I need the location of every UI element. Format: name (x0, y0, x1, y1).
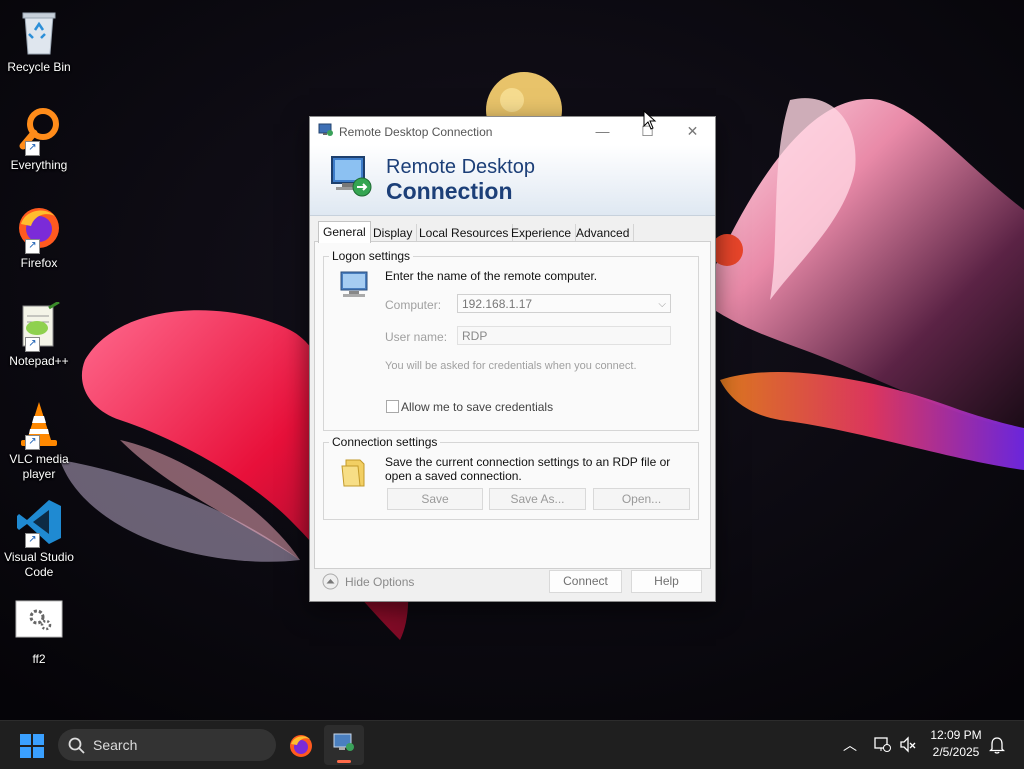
username-value: RDP (462, 329, 488, 343)
notifications-button[interactable] (988, 736, 1006, 754)
chevron-down-icon: ⌵ (658, 299, 666, 310)
username-field[interactable]: RDP (457, 326, 671, 345)
vscode-icon: ↗ (15, 498, 63, 548)
desktop-icon-everything[interactable]: ↗ Everything (2, 106, 76, 173)
taskbar: Search ︿ 12:09 PM 2/5/2025 (0, 720, 1024, 769)
connection-settings-group: Connection settings Save the current con… (323, 435, 699, 520)
desktop-icon-label: Everything (10, 158, 68, 172)
desktop-icon-notepad-plus-plus[interactable]: ↗ Notepad++ (2, 300, 76, 369)
rdp-app-icon (333, 733, 354, 751)
desktop-icon-label: Firefox (20, 256, 58, 270)
taskbar-search-box[interactable]: Search (58, 729, 276, 761)
remote-desktop-window: Remote Desktop Connection — ☐ ✕ Remote D… (309, 116, 716, 602)
logon-instruction: Enter the name of the remote computer. (385, 269, 598, 283)
clock[interactable]: 12:09 PM 2/5/2025 (926, 728, 986, 759)
hide-options-button[interactable] (322, 573, 340, 591)
desktop-icon-label: VLC media player (9, 452, 69, 481)
rdp-app-icon (318, 123, 334, 137)
hide-options-label[interactable]: Hide Options (345, 575, 414, 589)
desktop-icon-label: Notepad++ (9, 354, 69, 368)
general-tab-panel: Logon settings Enter the name of the rem… (314, 241, 711, 569)
clock-date: 2/5/2025 (932, 745, 980, 759)
shortcut-arrow-icon: ↗ (25, 337, 40, 352)
shortcut-arrow-icon: ↗ (25, 435, 40, 450)
computer-label: Computer: (385, 298, 442, 312)
chevron-up-icon: ︿ (843, 737, 857, 753)
taskbar-rdp-button[interactable] (324, 725, 364, 765)
save-credentials-label: Allow me to save credentials (401, 400, 554, 414)
vlc-cone-icon: ↗ (15, 400, 63, 450)
desktop-icon-ff2[interactable]: ff2 (2, 600, 76, 667)
shortcut-arrow-icon: ↗ (25, 533, 40, 548)
firefox-icon: ↗ (15, 204, 63, 254)
window-title: Remote Desktop Connection (339, 125, 493, 139)
desktop-icon-label: Recycle Bin (7, 60, 71, 74)
banner-title-line2: Connection (386, 178, 513, 204)
search-icon (68, 737, 85, 754)
magnifier-icon: ↗ (15, 106, 63, 156)
bell-icon (988, 737, 1006, 754)
notepad-plus-plus-icon: ↗ (15, 300, 63, 352)
logon-settings-title: Logon settings (329, 249, 414, 263)
computer-value: 192.168.1.17 (462, 297, 533, 311)
firefox-icon (290, 735, 312, 757)
remote-computer-icon (328, 153, 376, 201)
close-button[interactable]: ✕ (670, 117, 715, 145)
clock-time: 12:09 PM (930, 728, 982, 742)
volume-button[interactable] (899, 736, 917, 753)
network-status-button[interactable] (873, 736, 891, 753)
folder-icon (340, 456, 370, 487)
desktop-icon-vlc[interactable]: ↗ VLC media player (2, 400, 76, 482)
start-button[interactable] (20, 734, 44, 758)
tab-strip: General Display Local Resources Experien… (314, 221, 711, 243)
close-icon: ✕ (686, 123, 699, 139)
tab-local-resources[interactable]: Local Resources (415, 224, 514, 242)
desktop-icon-vscode[interactable]: ↗ Visual Studio Code (2, 498, 76, 580)
logon-settings-group: Logon settings Enter the name of the rem… (323, 249, 699, 431)
open-button[interactable]: Open... (593, 488, 690, 510)
desktop-icon-label: ff2 (32, 652, 46, 666)
tab-advanced[interactable]: Advanced (572, 224, 635, 242)
network-icon (874, 737, 891, 752)
connection-description: Save the current connection settings to … (385, 455, 671, 483)
connect-button[interactable]: Connect (549, 570, 622, 593)
computer-icon (339, 270, 373, 300)
search-placeholder: Search (93, 737, 138, 753)
tab-display[interactable]: Display (369, 224, 418, 242)
desktop-icon-recycle-bin[interactable]: Recycle Bin (2, 8, 76, 75)
taskbar-firefox-button[interactable] (288, 733, 314, 759)
show-hidden-icons-button[interactable]: ︿ (843, 735, 857, 755)
credentials-note: You will be asked for credentials when y… (385, 360, 637, 372)
rdp-banner: Remote Desktop Connection (310, 145, 715, 216)
connection-settings-title: Connection settings (329, 435, 441, 449)
desktop-icon-firefox[interactable]: ↗ Firefox (2, 204, 76, 271)
minimize-button[interactable]: — (580, 117, 625, 145)
speaker-muted-icon (900, 736, 916, 753)
banner-title-line1: Remote Desktop (386, 156, 535, 178)
recycle-bin-icon (15, 8, 63, 56)
computer-combobox[interactable]: 192.168.1.17 ⌵ (457, 294, 671, 313)
active-app-indicator (337, 760, 351, 763)
help-button[interactable]: Help (631, 570, 702, 593)
desktop-icon-label: Visual Studio Code (4, 550, 74, 579)
save-as-button[interactable]: Save As... (489, 488, 586, 510)
shortcut-arrow-icon: ↗ (25, 239, 40, 254)
username-label: User name: (385, 330, 448, 344)
shortcut-arrow-icon: ↗ (25, 141, 40, 156)
tab-general[interactable]: General (318, 221, 371, 243)
minimize-icon: — (595, 123, 610, 139)
settings-file-icon (15, 600, 63, 648)
tab-experience[interactable]: Experience (507, 224, 577, 242)
save-credentials-checkbox[interactable] (386, 400, 399, 413)
save-button[interactable]: Save (387, 488, 483, 510)
chevron-up-icon (322, 573, 339, 590)
mouse-cursor-icon (643, 110, 657, 130)
windows-logo-icon (20, 734, 44, 758)
